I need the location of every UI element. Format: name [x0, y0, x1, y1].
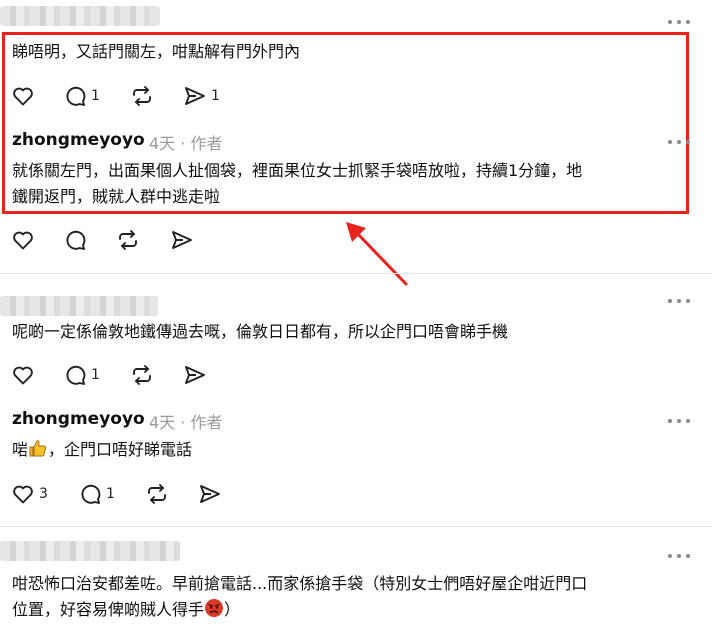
like-button[interactable]: [11, 84, 35, 108]
send-icon: [172, 231, 192, 249]
thread-divider: [0, 526, 712, 527]
repost-button[interactable]: [130, 363, 154, 387]
reply-text-line: 鐵開返門，賊就人群中逃走啦: [12, 187, 221, 206]
heart-icon: [13, 231, 33, 250]
reply-button[interactable]: 1: [78, 482, 115, 506]
thumbs-up-icon: [29, 440, 47, 457]
repost-icon: [133, 365, 151, 385]
repost-button[interactable]: [145, 482, 169, 506]
heart-icon: [13, 87, 33, 106]
repost-button[interactable]: [130, 84, 154, 108]
like-button[interactable]: 3: [11, 482, 48, 506]
more-dots-icon[interactable]: [668, 138, 690, 146]
more-dots-icon[interactable]: [668, 552, 690, 560]
share-count: 1: [211, 88, 220, 104]
blurred-username: [0, 541, 180, 561]
share-button[interactable]: [170, 228, 194, 252]
share-button[interactable]: [183, 363, 207, 387]
reply-button[interactable]: 1: [63, 363, 100, 387]
post-time: 4天: [149, 413, 176, 432]
reply-text: 啱 ，企門口唔好睇電話: [12, 437, 192, 463]
reply-text-after: ，企門口唔好睇電話: [48, 440, 193, 459]
red-arrow-annotation: [346, 222, 408, 286]
post-meta: 4天 · 作者: [149, 130, 222, 154]
author-badge: 作者: [190, 413, 223, 432]
blurred-username: [0, 6, 160, 26]
reply-text-after: ）: [224, 600, 241, 619]
repost-icon: [148, 484, 166, 504]
repost-icon: [133, 86, 151, 106]
comment-icon: [66, 230, 86, 250]
reply-count: 1: [106, 486, 115, 502]
reply-text-line: 位置，好容易俾啲賊人得手 ）: [12, 597, 240, 623]
send-icon: [200, 485, 220, 503]
author-badge: 作者: [190, 134, 223, 153]
heart-icon: [13, 485, 33, 504]
reply-button[interactable]: 1: [63, 84, 100, 108]
reply-count: 1: [91, 367, 100, 383]
meta-separator: ·: [180, 134, 186, 153]
post-time: 4天: [149, 134, 176, 153]
thread-divider: [0, 273, 712, 274]
comment-icon: [81, 484, 101, 504]
reply-text-before: 位置，好容易俾啲賊人得手: [12, 600, 205, 619]
meta-separator: ·: [180, 413, 186, 432]
like-count: 3: [39, 486, 48, 502]
reply-text-line: 就係關左門，出面果個人扯個袋，裡面果位女士抓緊手袋唔放啦，持續1分鐘，地: [12, 161, 583, 180]
comment-icon: [66, 86, 86, 106]
more-dots-icon[interactable]: [668, 297, 690, 305]
heart-icon: [13, 366, 33, 385]
send-icon: [185, 87, 205, 105]
reply-text: 呢啲一定係倫敦地鐵傳過去嘅，倫敦日日都有，所以企門口唔會睇手機: [12, 322, 509, 341]
reply-text-before: 啱: [12, 440, 29, 459]
repost-icon: [119, 230, 137, 250]
share-button[interactable]: [198, 482, 222, 506]
reply-text-line: 咁恐怖口治安都差咗。早前搶電話...而家係搶手袋（特別女士們唔好屋企咁近門口: [12, 574, 588, 593]
comment-icon: [66, 365, 86, 385]
reply-count: 1: [91, 88, 100, 104]
author-name[interactable]: zhongmeyoyo: [12, 409, 145, 429]
like-button[interactable]: [11, 363, 35, 387]
author-name[interactable]: zhongmeyoyo: [12, 130, 145, 150]
more-dots-icon[interactable]: [668, 417, 690, 425]
send-icon: [185, 366, 205, 384]
reply-button[interactable]: [63, 228, 87, 252]
post-meta: 4天 · 作者: [149, 409, 222, 433]
reply-text: 睇唔明，又話門關左，咁點解有門外門內: [12, 42, 301, 61]
angry-face-icon: [205, 599, 224, 617]
repost-button[interactable]: [116, 228, 140, 252]
blurred-username: [0, 296, 158, 316]
more-dots-icon[interactable]: [668, 18, 690, 26]
share-button[interactable]: 1: [183, 84, 220, 108]
like-button[interactable]: [11, 228, 35, 252]
